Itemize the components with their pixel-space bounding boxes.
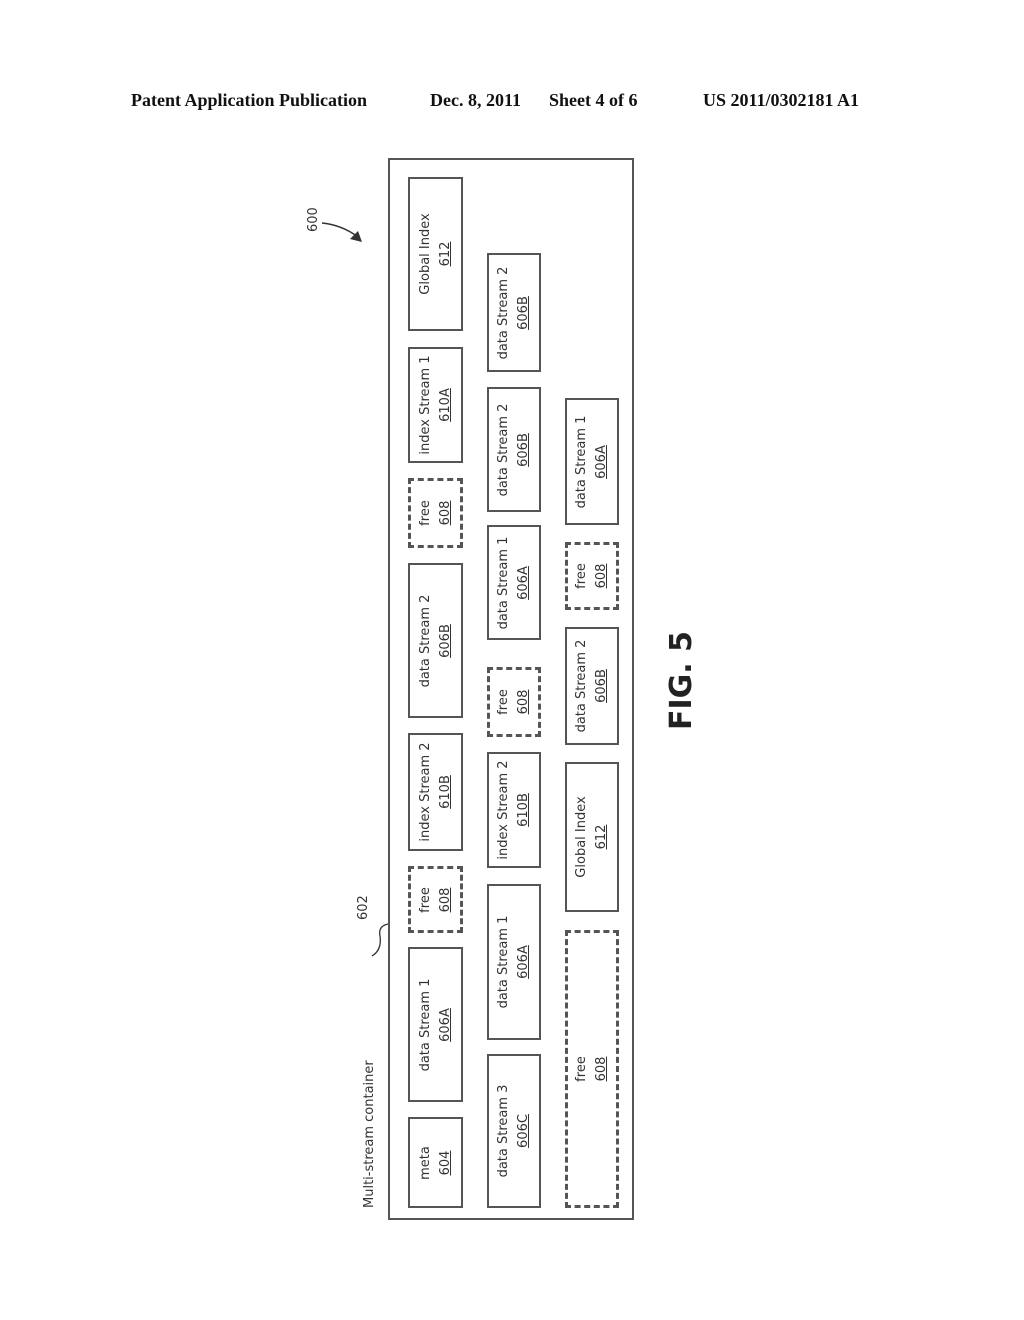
block-label: Global Index (417, 213, 433, 295)
block-index-stream-1-610a: index Stream 1 610A (408, 347, 463, 463)
block-reference-number: 608 (437, 500, 453, 526)
block-reference-number: 606A (594, 444, 609, 479)
block-label: Global Index (574, 796, 589, 878)
block-reference-number: 606B (594, 669, 609, 703)
block-data-stream-2-606b: data Stream 2 606B (487, 253, 541, 372)
block-free-608: free 608 (487, 667, 541, 737)
block-label: data Stream 2 (417, 594, 433, 687)
block-label-group: data Stream 1 606A (572, 415, 612, 508)
block-reference-number: 608 (516, 689, 531, 715)
block-label-group: index Stream 1 610A (416, 355, 456, 454)
block-reference-number: 612 (437, 241, 453, 267)
block-reference-number: 608 (437, 887, 453, 912)
block-free-608: free 608 (565, 930, 619, 1208)
block-label-group: data Stream 2 606B (572, 640, 612, 733)
block-label: index Stream 2 (417, 742, 433, 842)
block-label: data Stream 2 (496, 266, 511, 359)
block-index-stream-2-610b: index Stream 2 610B (408, 733, 463, 851)
block-label-group: data Stream 2 606B (494, 403, 534, 496)
block-free-608: free 608 (408, 478, 463, 548)
ref-602-label: 602 (356, 895, 371, 920)
block-label: data Stream 2 (574, 639, 589, 733)
block-reference-number: 606C (516, 1114, 531, 1148)
block-label-group: free 608 (494, 689, 534, 715)
block-data-stream-1-606a: data Stream 1 606A (487, 525, 541, 640)
block-free-608: free 608 (408, 866, 463, 933)
block-label-group: data Stream 2 606B (494, 266, 534, 359)
block-reference-number: 604 (437, 1150, 453, 1175)
block-label: index Stream 2 (496, 760, 511, 860)
block-reference-number: 606A (516, 565, 531, 600)
block-index-stream-2-610b: index Stream 2 610B (487, 752, 541, 868)
block-reference-number: 606B (516, 432, 531, 467)
block-label: data Stream 2 (496, 403, 511, 496)
block-label-group: meta 604 (416, 1146, 456, 1180)
block-reference-number: 606A (437, 1007, 453, 1042)
block-label-group: data Stream 1 606A (494, 536, 534, 629)
block-data-stream-1-606a: data Stream 1 606A (487, 884, 541, 1040)
block-label: data Stream 1 (574, 415, 589, 508)
block-label-group: data Stream 1 606A (416, 978, 456, 1071)
block-reference-number: 608 (594, 563, 609, 589)
block-data-stream-1-606a: data Stream 1 606A (565, 398, 619, 525)
block-data-stream-2-606b: data Stream 2 606B (565, 627, 619, 745)
block-label-group: free 608 (572, 1056, 612, 1082)
block-label-group: Global Index 612 (416, 213, 456, 294)
block-data-stream-2-606b: data Stream 2 606B (408, 563, 463, 718)
block-reference-number: 608 (594, 1056, 609, 1082)
block-reference-number: 610B (516, 793, 531, 827)
block-label: free (417, 886, 433, 913)
block-reference-number: 612 (594, 824, 609, 850)
block-label-group: index Stream 2 610B (494, 760, 534, 859)
block-label-group: free 608 (416, 887, 456, 913)
block-reference-number: 606B (437, 623, 453, 658)
block-global-index-612: Global Index 612 (565, 762, 619, 912)
block-reference-number: 610A (437, 388, 453, 422)
block-reference-number: 606B (516, 295, 531, 330)
patent-number: US 2011/0302181 A1 (703, 90, 860, 110)
block-free-608: free 608 (565, 542, 619, 610)
block-label-group: data Stream 3 606C (494, 1085, 534, 1178)
block-label: data Stream 3 (496, 1084, 511, 1178)
sheet-number: Sheet 4 of 6 (549, 90, 638, 110)
block-label-group: data Stream 2 606B (416, 594, 456, 687)
block-label-group: data Stream 1 606A (494, 916, 534, 1009)
block-label: data Stream 1 (496, 536, 511, 629)
block-label: free (417, 500, 433, 526)
block-data-stream-1-606a: data Stream 1 606A (408, 947, 463, 1102)
ref-600-label: 600 (306, 207, 321, 232)
block-label: free (496, 689, 511, 715)
block-label: data Stream 1 (496, 915, 511, 1009)
publication-type: Patent Application Publication (131, 90, 368, 110)
block-label: free (574, 1056, 589, 1082)
block-label: data Stream 1 (417, 978, 433, 1071)
block-data-stream-3-606c: data Stream 3 606C (487, 1054, 541, 1208)
block-reference-number: 606A (516, 945, 531, 979)
block-label: free (574, 563, 589, 589)
block-reference-number: 610B (437, 775, 453, 809)
block-global-index-612: Global Index 612 (408, 177, 463, 331)
figure-label: FIG. 5 (664, 631, 699, 730)
block-label: index Stream 1 (417, 355, 433, 455)
container-title: Multi-stream container (362, 1060, 377, 1208)
block-label-group: index Stream 2 610B (416, 742, 456, 841)
ref-600-arrow-icon (321, 222, 362, 242)
block-label-group: free 608 (416, 500, 456, 526)
block-meta-604: meta 604 (408, 1117, 463, 1208)
block-label: meta (417, 1145, 433, 1180)
publication-date: Dec. 8, 2011 (430, 90, 521, 110)
block-label-group: free 608 (572, 563, 612, 589)
block-label-group: Global Index 612 (572, 796, 612, 877)
block-data-stream-2-606b: data Stream 2 606B (487, 387, 541, 512)
